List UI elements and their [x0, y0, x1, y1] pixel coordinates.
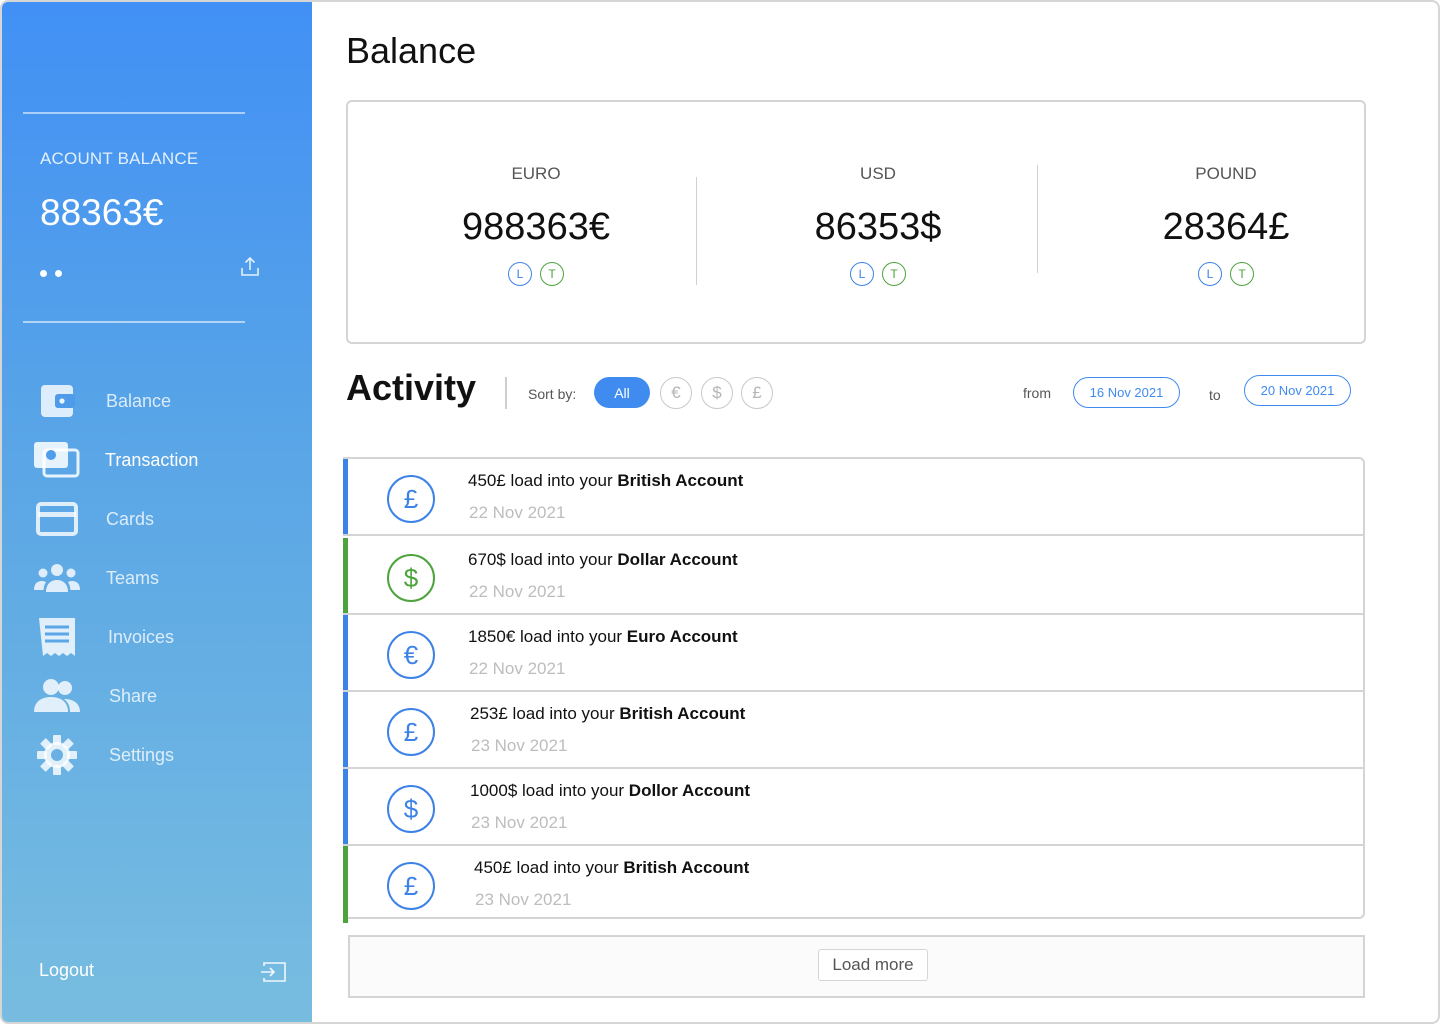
load-more-button[interactable]: Load more [818, 949, 928, 981]
table-row[interactable]: £ 253£ load into your British Account 23… [343, 692, 1363, 769]
balance-pound: POUND 28364£ L T [1108, 102, 1344, 342]
filter-dollar-button[interactable]: $ [701, 377, 733, 409]
logout-icon[interactable] [260, 960, 288, 984]
currency-amount: 988363€ [462, 206, 610, 248]
currency-label: USD [860, 164, 896, 183]
currency-amount: 28364£ [1162, 206, 1290, 248]
gear-icon [34, 732, 80, 778]
money-icon [34, 437, 80, 483]
users-icon [34, 673, 80, 719]
account-balance-amount: 88363€ [40, 192, 164, 233]
balance-euro: EURO 988363€ L T [418, 102, 654, 342]
app-window: ACOUNT BALANCE 88363€ Balance Transactio… [0, 0, 1440, 1024]
sort-by-label: Sort by: [528, 386, 577, 402]
invoice-icon [34, 614, 80, 660]
sidebar-item-label: Settings [109, 744, 175, 765]
table-row[interactable]: $ 1000$ load into your Dollor Account 23… [343, 769, 1363, 846]
transaction-description: 253£ load into your British Account [470, 704, 746, 723]
pound-icon: £ [387, 708, 435, 756]
sidebar: ACOUNT BALANCE 88363€ Balance Transactio… [2, 2, 312, 1022]
credit-card-icon [34, 496, 80, 542]
transaction-description: 450£ load into your British Account [474, 858, 750, 877]
sidebar-item-label: Cards [106, 508, 155, 529]
transaction-description: 450£ load into your British Account [468, 471, 744, 490]
transaction-date: 23 Nov 2021 [475, 890, 572, 909]
row-accent-bar [343, 459, 348, 534]
divider [1037, 165, 1038, 273]
page-title: Balance [346, 30, 477, 71]
badge-l[interactable]: L [850, 262, 874, 286]
divider [23, 321, 245, 323]
dollar-icon: $ [387, 785, 435, 833]
sidebar-item-label: Balance [106, 390, 172, 411]
badge-t[interactable]: T [882, 262, 906, 286]
badge-l[interactable]: L [508, 262, 532, 286]
sidebar-item-settings[interactable]: Settings [2, 732, 312, 778]
transaction-date: 22 Nov 2021 [469, 659, 566, 678]
logout-button[interactable]: Logout [39, 960, 94, 981]
pound-icon: £ [387, 862, 435, 910]
transaction-description: 1850€ load into your Euro Account [468, 627, 738, 646]
badge-t[interactable]: T [1230, 262, 1254, 286]
sidebar-item-balance[interactable]: Balance [2, 378, 312, 424]
filter-all-button[interactable]: All [594, 377, 650, 408]
from-date-picker[interactable]: 16 Nov 2021 [1073, 377, 1180, 408]
page-dots[interactable] [40, 270, 62, 277]
badge-t[interactable]: T [540, 262, 564, 286]
team-icon [34, 555, 80, 601]
euro-icon: € [387, 631, 435, 679]
row-accent-bar [343, 846, 348, 923]
table-row[interactable]: £ 450£ load into your British Account 22… [343, 459, 1363, 536]
badge-l[interactable]: L [1198, 262, 1222, 286]
transaction-description: 670$ load into your Dollar Account [468, 550, 738, 569]
sidebar-item-invoices[interactable]: Invoices [2, 614, 312, 660]
transaction-list: £ 450£ load into your British Account 22… [343, 457, 1365, 923]
sidebar-item-share[interactable]: Share [2, 673, 312, 719]
sidebar-item-teams[interactable]: Teams [2, 555, 312, 601]
load-more-container: Load more [348, 935, 1365, 998]
account-balance-label: ACOUNT BALANCE [40, 149, 199, 168]
transaction-description: 1000$ load into your Dollor Account [470, 781, 750, 800]
from-label: from [1023, 385, 1051, 401]
balance-usd: USD 86353$ L T [760, 102, 996, 342]
currency-label: EURO [511, 164, 561, 183]
sidebar-item-transaction[interactable]: Transaction [2, 437, 312, 483]
transaction-date: 23 Nov 2021 [471, 736, 568, 755]
sidebar-item-label: Invoices [108, 626, 175, 647]
currency-label: POUND [1195, 164, 1257, 183]
table-row[interactable]: € 1850€ load into your Euro Account 22 N… [343, 615, 1363, 692]
divider [696, 177, 697, 285]
filter-pound-button[interactable]: £ [741, 377, 773, 409]
row-accent-bar [343, 769, 348, 844]
balance-card: EURO 988363€ L T USD 86353$ L T POUND 28… [346, 100, 1366, 344]
filter-euro-button[interactable]: € [660, 377, 692, 409]
share-upload-icon[interactable] [238, 255, 262, 279]
table-row[interactable]: £ 450£ load into your British Account 23… [343, 846, 1363, 923]
table-row[interactable]: $ 670$ load into your Dollar Account 22 … [343, 538, 1363, 615]
pound-icon: £ [387, 475, 435, 523]
activity-title: Activity [346, 367, 477, 408]
sidebar-item-label: Share [109, 685, 158, 706]
transaction-date: 22 Nov 2021 [469, 582, 566, 601]
row-accent-bar [343, 615, 348, 690]
currency-amount: 86353$ [814, 206, 942, 248]
transaction-date: 22 Nov 2021 [469, 503, 566, 522]
to-label: to [1209, 387, 1221, 403]
sidebar-item-cards[interactable]: Cards [2, 496, 312, 542]
dollar-icon: $ [387, 554, 435, 602]
wallet-icon [34, 378, 80, 424]
row-accent-bar [343, 538, 348, 613]
sidebar-item-label: Transaction [105, 449, 199, 470]
transaction-date: 23 Nov 2021 [471, 813, 568, 832]
to-date-picker[interactable]: 20 Nov 2021 [1244, 375, 1351, 406]
row-accent-bar [343, 692, 348, 767]
sidebar-item-label: Teams [106, 567, 160, 588]
divider [23, 112, 245, 114]
divider [505, 377, 507, 409]
